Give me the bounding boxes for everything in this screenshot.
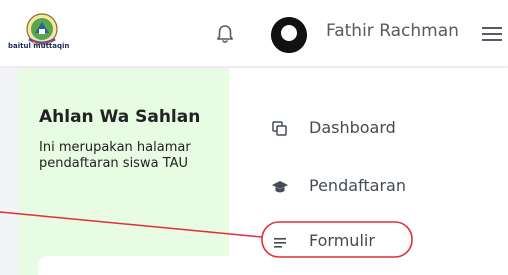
bell-icon[interactable] (214, 23, 236, 45)
menu-item-label: Pendaftaran (309, 176, 406, 195)
menu-item-pendaftaran[interactable]: Pendaftaran (229, 169, 508, 205)
welcome-title: Ahlan Wa Sahlan (39, 107, 201, 127)
hamburger-menu-icon[interactable] (482, 26, 502, 42)
user-dropdown-menu: Dashboard Pendaftaran Formulir (229, 68, 508, 275)
user-silhouette-icon (271, 17, 307, 53)
welcome-card: Ahlan Wa Sahlan Ini merupakan halamar pe… (18, 70, 250, 275)
user-name[interactable]: Fathir Rachman (326, 21, 459, 41)
menu-item-dashboard[interactable]: Dashboard (229, 111, 508, 147)
logo-text: baitul muttaqin (8, 42, 70, 50)
menu-item-label: Dashboard (309, 118, 396, 137)
avatar[interactable] (271, 17, 307, 53)
welcome-line-1: Ini merupakan halamar (39, 140, 191, 155)
menu-item-formulir[interactable]: Formulir (229, 224, 508, 260)
page: baitul muttaqin Fathir Rachman Ahlan Wa … (0, 0, 508, 275)
graduation-cap-icon (271, 178, 289, 196)
list-icon (271, 233, 289, 251)
dashboard-icon (271, 120, 289, 138)
welcome-line-2: pendaftaran siswa TAU (39, 156, 189, 171)
menu-item-label: Formulir (309, 231, 375, 250)
top-header: baitul muttaqin Fathir Rachman (0, 0, 508, 66)
welcome-description: Ini merupakan halamar pendaftaran siswa … (39, 140, 191, 172)
